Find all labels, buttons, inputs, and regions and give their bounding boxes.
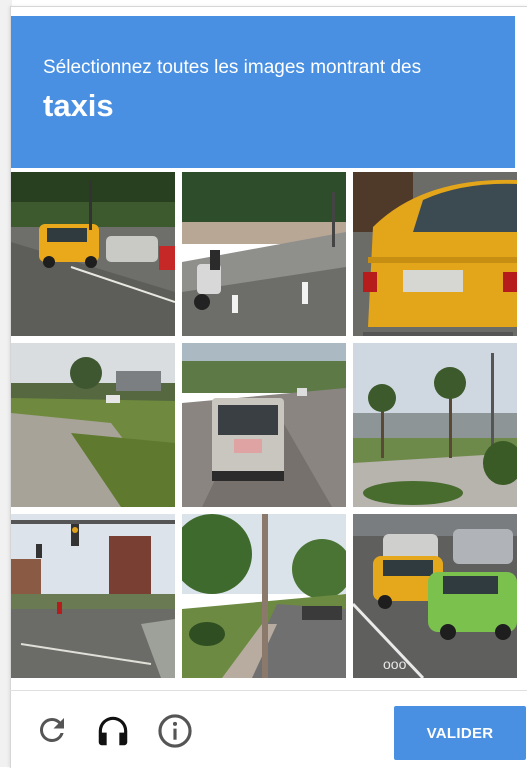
- headphones-icon: [98, 716, 128, 746]
- image-tile-1-1[interactable]: [11, 172, 175, 336]
- challenge-target: taxis: [43, 88, 114, 123]
- image-tile-1-3[interactable]: [353, 172, 517, 336]
- image-tile-2-2[interactable]: [182, 343, 346, 507]
- image-tile-2-1[interactable]: [11, 343, 175, 507]
- tile-image-street-taxi: [11, 172, 175, 336]
- image-tile-3-2[interactable]: [182, 514, 346, 678]
- footer-divider: [10, 690, 527, 691]
- audio-challenge-button[interactable]: [94, 712, 134, 752]
- verify-button[interactable]: VALIDER: [394, 706, 526, 760]
- tile-image-empty-road: [11, 343, 175, 507]
- tile-image-intersection: [11, 514, 175, 678]
- image-tile-3-3[interactable]: ooo: [353, 514, 517, 678]
- tile-image-taxis-traffic: ooo: [353, 514, 517, 678]
- image-grid: ooo: [11, 172, 517, 682]
- challenge-instruction: Sélectionnez toutes les images montrant …: [43, 57, 422, 78]
- image-tile-3-1[interactable]: [11, 514, 175, 678]
- image-tile-2-3[interactable]: [353, 343, 517, 507]
- tile-image-palm-trees: [353, 343, 517, 507]
- tile-image-bus: [182, 343, 346, 507]
- image-tile-1-2[interactable]: [182, 172, 346, 336]
- svg-text:ooo: ooo: [383, 656, 407, 672]
- tile-image-tree-road: [182, 514, 346, 678]
- reload-button[interactable]: [34, 712, 74, 752]
- tile-image-taxi-rear: [353, 172, 517, 336]
- reload-icon: [39, 718, 64, 742]
- tile-image-scooter: [182, 172, 346, 336]
- info-icon: [158, 714, 192, 748]
- challenge-header: Sélectionnez toutes les images montrant …: [11, 16, 515, 168]
- info-button[interactable]: [156, 712, 196, 752]
